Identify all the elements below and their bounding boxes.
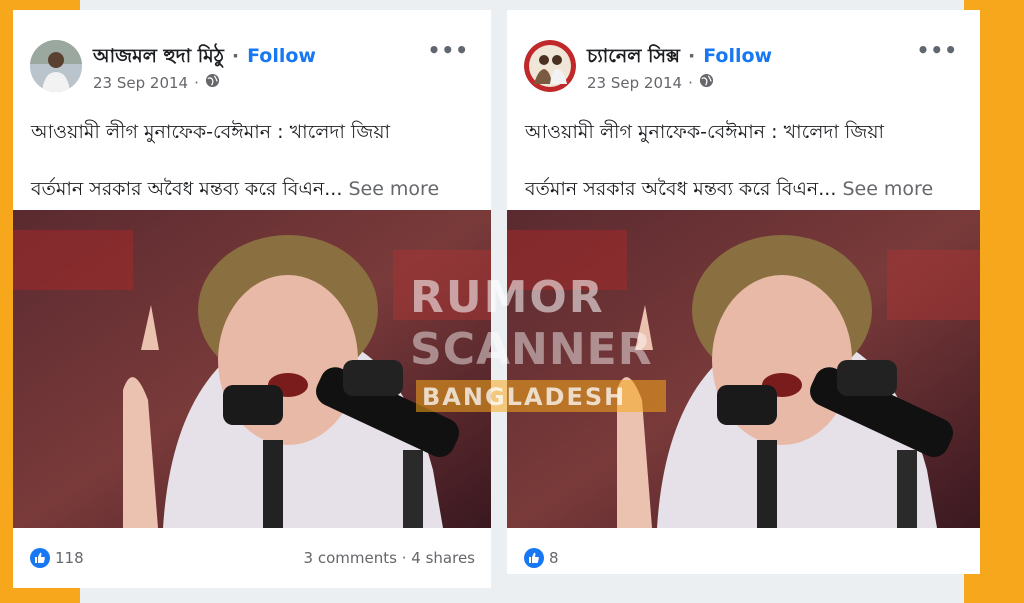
like-count[interactable]: 8 [549,549,559,567]
globe-icon [205,73,220,92]
post-header: আজমল হুদা মিঠু · Follow 23 Sep 2014 · ••• [13,10,491,110]
author-name-line: আজমল হুদা মিঠু · Follow [93,42,316,74]
facebook-post-1: আজমল হুদা মিঠু · Follow 23 Sep 2014 · ••• … [13,10,491,588]
follow-button[interactable]: Follow [247,45,316,67]
comments-count[interactable]: 3 comments [304,549,397,567]
more-horizontal-icon[interactable]: ••• [428,38,469,62]
see-more-link[interactable]: See more [348,178,439,200]
post-text-truncated: বর্তমান সরকার অবৈধ মন্তব্য করে বিএন... [31,178,343,200]
author-avatar[interactable] [524,40,576,92]
post-meta: 23 Sep 2014 · [587,73,714,92]
post-meta: 23 Sep 2014 · [93,73,220,92]
follow-button[interactable]: Follow [703,45,772,67]
post-text-line1: আওয়ামী লীগ মুনাফেক-বেঈমান : খালেদা জিয়… [31,121,391,143]
more-horizontal-icon[interactable]: ••• [917,38,958,62]
post-text-line1: আওয়ামী লীগ মুনাফেক-বেঈমান : খালেদা জিয়… [525,121,885,143]
globe-icon [699,73,714,92]
separator-dot: · [231,45,240,67]
facebook-post-2: চ্যানেল সিক্স · Follow 23 Sep 2014 · ••• আ… [507,10,980,574]
author-avatar[interactable] [30,40,82,92]
post-date[interactable]: 23 Sep 2014 [587,74,682,92]
separator-dot: · [688,73,693,92]
post-photo[interactable] [507,210,980,528]
author-name[interactable]: আজমল হুদা মিঠু [93,45,224,67]
post-header: চ্যানেল সিক্স · Follow 23 Sep 2014 · ••• [507,10,980,110]
separator-dot: · [194,73,199,92]
shares-count[interactable]: 4 shares [411,549,475,567]
post-text-truncated: বর্তমান সরকার অবৈধ মন্তব্য করে বিএন... [525,178,837,200]
separator-dot: · [687,45,696,67]
post-text-line2: বর্তমান সরকার অবৈধ মন্তব্য করে বিএন... S… [31,175,439,207]
post-footer: 8 [507,528,980,588]
post-text-line2: বর্তমান সরকার অবৈধ মন্তব্য করে বিএন... S… [525,175,933,207]
see-more-link[interactable]: See more [842,178,933,200]
like-count[interactable]: 118 [55,549,84,567]
post-photo[interactable] [13,210,491,528]
post-date[interactable]: 23 Sep 2014 [93,74,188,92]
author-name-line: চ্যানেল সিক্স · Follow [587,42,772,74]
author-name[interactable]: চ্যানেল সিক্স [587,45,680,67]
like-thumb-icon[interactable] [30,548,50,568]
post-stats: 3 comments · 4 shares [304,549,475,567]
post-footer: 118 3 comments · 4 shares [13,528,491,588]
like-thumb-icon[interactable] [524,548,544,568]
separator-dot: · [401,549,407,567]
